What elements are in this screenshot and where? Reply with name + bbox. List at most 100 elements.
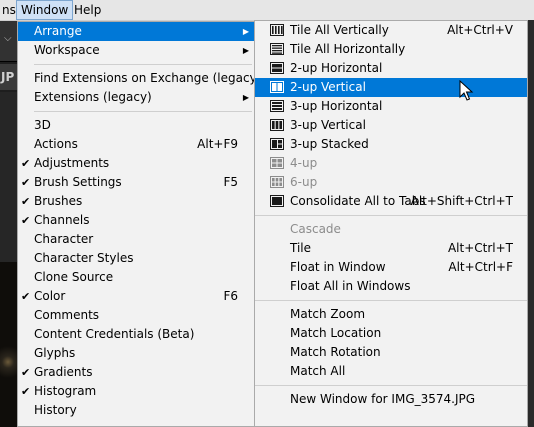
menu-item-label: Match Zoom	[290, 307, 366, 321]
arrange-menu-item-new-window-for-img-3574-jpg[interactable]: New Window for IMG_3574.JPG	[255, 390, 527, 409]
arrange-menu-item-3-up-stacked[interactable]: 3-up Stacked	[255, 135, 527, 154]
window-menu-item-find-extensions-on-exchange-legacy[interactable]: Find Extensions on Exchange (legacy)...	[18, 69, 273, 88]
menu-item-label: 3-up Vertical	[290, 118, 366, 132]
window-menu-item-extensions-legacy[interactable]: Extensions (legacy) ▶	[18, 88, 254, 107]
arrange-menu-item-match-location[interactable]: Match Location	[255, 324, 527, 343]
window-menu-item-histogram[interactable]: ✔ Histogram	[18, 382, 254, 401]
window-menu-item-workspace[interactable]: Workspace ▶	[18, 41, 254, 60]
menu-item-label: 6-up	[290, 175, 318, 189]
arrange-menu-item-3-up-vertical[interactable]: 3-up Vertical	[255, 116, 527, 135]
checkmark-icon: ✔	[21, 214, 31, 227]
menu-item-shortcut: F6	[223, 289, 238, 303]
checkmark-icon: ✔	[21, 290, 31, 303]
window-menu-item-brush-settings[interactable]: ✔ Brush Settings F5	[18, 173, 254, 192]
menu-item-label: New Window for IMG_3574.JPG	[290, 392, 476, 406]
checkmark-icon: ✔	[21, 157, 31, 170]
menu-item-label: Histogram	[34, 384, 97, 398]
tile-vertical-icon	[270, 24, 284, 36]
menu-item-label: Actions	[34, 137, 78, 151]
window-menu-item-character[interactable]: Character	[18, 230, 254, 249]
menu-item-label: Match Location	[290, 326, 382, 340]
menu-item-label: 4-up	[290, 156, 318, 170]
menu-item-label: Character Styles	[34, 251, 134, 265]
checkmark-icon: ✔	[21, 385, 31, 398]
window-menu-item-history[interactable]: History	[18, 401, 254, 420]
menu-item-label: 3-up Stacked	[290, 137, 369, 151]
submenu-arrow-icon: ▶	[242, 93, 249, 102]
arrange-menu-item-consolidate-all-to-tabs[interactable]: Consolidate All to Tabs Alt+Shift+Ctrl+T	[255, 192, 527, 211]
menu-item-label: Brush Settings	[34, 175, 122, 189]
menu-help[interactable]: Help	[70, 0, 105, 20]
arrange-menu-item-2-up-vertical[interactable]: 2-up Vertical	[255, 78, 527, 97]
menu-item-label: Gradients	[34, 365, 93, 379]
arrange-menu-item-match-zoom[interactable]: Match Zoom	[255, 305, 527, 324]
arrange-menu-item-2-up-horizontal[interactable]: 2-up Horizontal	[255, 59, 527, 78]
window-menu-item-actions[interactable]: Actions Alt+F9	[18, 135, 254, 154]
arrange-menu-item-6-up: 6-up	[255, 173, 527, 192]
menu-item-label: Arrange	[34, 24, 82, 38]
document-tab-fragment[interactable]: JP	[0, 64, 18, 90]
window-menu-item-comments[interactable]: Comments	[18, 306, 254, 325]
menu-item-label: Tile	[290, 241, 312, 255]
window-menu-item-clone-source[interactable]: Clone Source	[18, 268, 254, 287]
arrange-menu-item-match-all[interactable]: Match All	[255, 362, 527, 381]
window-menu-item-glyphs[interactable]: Glyphs	[18, 344, 254, 363]
options-bar-fragment: ⌵	[0, 21, 18, 62]
menu-item-label: Adjustments	[34, 156, 110, 170]
arrange-menu-item-tile-all-horizontally[interactable]: Tile All Horizontally	[255, 40, 527, 59]
submenu-arrow-icon: ▶	[242, 27, 249, 36]
window-menu-item-content-credentials-beta[interactable]: Content Credentials (Beta)	[18, 325, 254, 344]
arrange-menu-item-float-in-window[interactable]: Float in Window Alt+Ctrl+F	[255, 258, 527, 277]
menu-item-label: Find Extensions on Exchange (legacy)...	[34, 71, 273, 85]
menu-item-label: Consolidate All to Tabs	[290, 194, 426, 208]
3up-vertical-icon	[270, 119, 284, 131]
arrange-menu-item-tile[interactable]: Tile Alt+Ctrl+T	[255, 239, 527, 258]
menu-item-label: Tile All Vertically	[290, 23, 389, 37]
workspace-edge	[528, 20, 534, 427]
checkmark-icon: ✔	[21, 176, 31, 189]
arrange-submenu: Tile All Vertically Alt+Ctrl+V Tile All Ho…	[254, 20, 528, 427]
checkmark-icon: ✔	[21, 366, 31, 379]
menu-item-label: Clone Source	[34, 270, 114, 284]
window-menu-item-channels[interactable]: ✔ Channels	[18, 211, 254, 230]
2up-horizontal-icon	[270, 62, 284, 74]
arrange-menu-item-tile-all-vertically[interactable]: Tile All Vertically Alt+Ctrl+V	[255, 21, 527, 40]
arrange-menu-item-3-up-horizontal[interactable]: 3-up Horizontal	[255, 97, 527, 116]
menu-item-shortcut: F5	[223, 175, 238, 189]
window-menu-item-character-styles[interactable]: Character Styles	[18, 249, 254, 268]
window-menu-item-3d[interactable]: 3D	[18, 116, 254, 135]
window-menu-item-color[interactable]: ✔ Color F6	[18, 287, 254, 306]
menu-item-label: Channels	[34, 213, 90, 227]
menu-item-label: Float in Window	[290, 260, 386, 274]
menu-item-label: Match Rotation	[290, 345, 381, 359]
menu-item-label: Character	[34, 232, 94, 246]
menu-item-shortcut: Alt+Ctrl+F	[448, 260, 513, 274]
menu-item-label: 2-up Horizontal	[290, 61, 383, 75]
window-menu-item-arrange[interactable]: Arrange ▶	[18, 22, 254, 41]
menu-item-shortcut: Alt+Shift+Ctrl+T	[410, 194, 513, 208]
menu-separator	[255, 300, 527, 301]
menu-separator	[255, 385, 527, 386]
menu-separator	[34, 111, 252, 112]
window-menu-item-adjustments[interactable]: ✔ Adjustments	[18, 154, 254, 173]
menu-bar: ns Window Help	[0, 0, 534, 21]
canvas-image-fragment	[0, 262, 18, 427]
window-menu: Arrange ▶ Workspace ▶ Find Extensions on Exc…	[17, 21, 273, 427]
arrange-menu-item-match-rotation[interactable]: Match Rotation	[255, 343, 527, 362]
window-menu-item-gradients[interactable]: ✔ Gradients	[18, 363, 254, 382]
checkmark-icon: ✔	[21, 195, 31, 208]
menu-window[interactable]: Window	[16, 0, 74, 20]
menu-item-label: Glyphs	[34, 346, 76, 360]
menu-item-shortcut: Alt+Ctrl+T	[447, 241, 513, 255]
menu-item-label: Cascade	[290, 222, 341, 236]
3up-stacked-icon	[270, 138, 284, 150]
menu-item-shortcut: Alt+Ctrl+V	[447, 23, 513, 37]
menu-item-label: Brushes	[34, 194, 83, 208]
menu-item-label: History	[34, 403, 77, 417]
mouse-cursor-icon	[459, 80, 474, 101]
menu-item-label: Extensions (legacy)	[34, 90, 152, 104]
menu-item-label: 2-up Vertical	[290, 80, 366, 94]
arrange-menu-item-float-all-in-windows[interactable]: Float All in Windows	[255, 277, 527, 296]
3up-horizontal-icon	[270, 100, 284, 112]
window-menu-item-brushes[interactable]: ✔ Brushes	[18, 192, 254, 211]
